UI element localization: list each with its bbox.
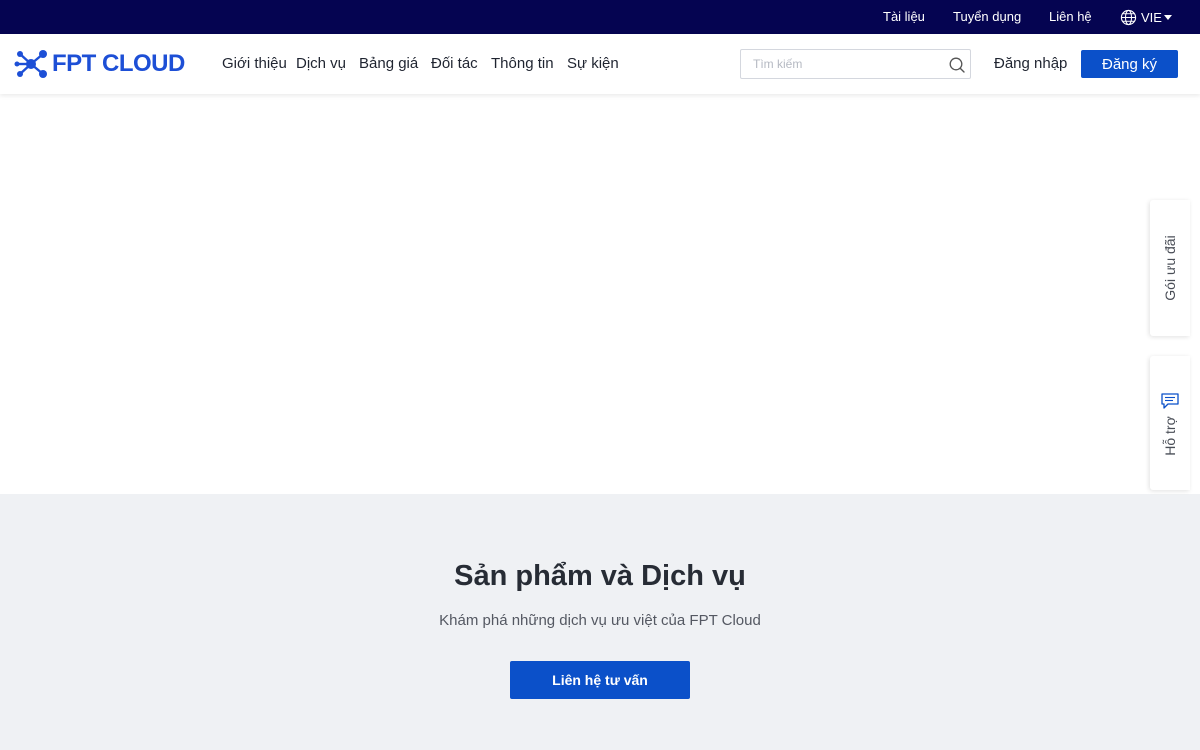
offer-side-tab[interactable]: Gói ưu đãi: [1150, 200, 1190, 336]
nav-item-services[interactable]: Dịch vụ: [296, 55, 346, 73]
nav-item-partners[interactable]: Đối tác: [431, 55, 478, 73]
top-utility-bar: Tài liệu Tuyển dụng Liên hệ VIE: [0, 0, 1200, 34]
products-section: Sản phẩm và Dịch vụ Khám phá những dịch …: [0, 494, 1200, 750]
topbar-link-docs[interactable]: Tài liệu: [883, 9, 925, 25]
search-box: [740, 49, 971, 79]
support-tab-label: Hỗ trợ: [1162, 416, 1178, 456]
logo-text: FPT CLOUD: [52, 50, 185, 77]
signup-button[interactable]: Đăng ký: [1081, 50, 1178, 78]
chat-icon: [1161, 393, 1179, 409]
chevron-down-icon: [1163, 14, 1172, 20]
language-label: VIE: [1141, 9, 1162, 25]
nav-item-events[interactable]: Sự kiện: [567, 55, 619, 73]
nav-item-news[interactable]: Thông tin: [491, 55, 554, 73]
topbar-link-careers[interactable]: Tuyển dụng: [953, 9, 1021, 25]
logo-network-icon: [14, 50, 47, 78]
logo[interactable]: FPT CLOUD: [14, 48, 185, 80]
nav-item-about[interactable]: Giới thiệu: [222, 55, 287, 73]
contact-consult-button[interactable]: Liên hệ tư vấn: [510, 661, 690, 699]
login-link[interactable]: Đăng nhập: [994, 55, 1067, 72]
search-input[interactable]: [741, 50, 941, 78]
nav-item-pricing[interactable]: Bảng giá: [359, 55, 418, 73]
support-side-tab[interactable]: Hỗ trợ: [1150, 356, 1190, 490]
offer-tab-label: Gói ưu đãi: [1162, 235, 1178, 301]
section-subtitle: Khám phá những dịch vụ ưu việt của FPT C…: [439, 612, 761, 629]
search-icon[interactable]: [948, 56, 966, 74]
section-title: Sản phẩm và Dịch vụ: [454, 560, 746, 592]
language-selector[interactable]: VIE: [1120, 8, 1172, 26]
main-header: FPT CLOUD Giới thiệu Dịch vụ Bảng giá Đố…: [0, 34, 1200, 94]
hero-section: [0, 94, 1200, 494]
globe-icon: [1120, 9, 1137, 25]
topbar-link-contact[interactable]: Liên hệ: [1049, 9, 1092, 25]
